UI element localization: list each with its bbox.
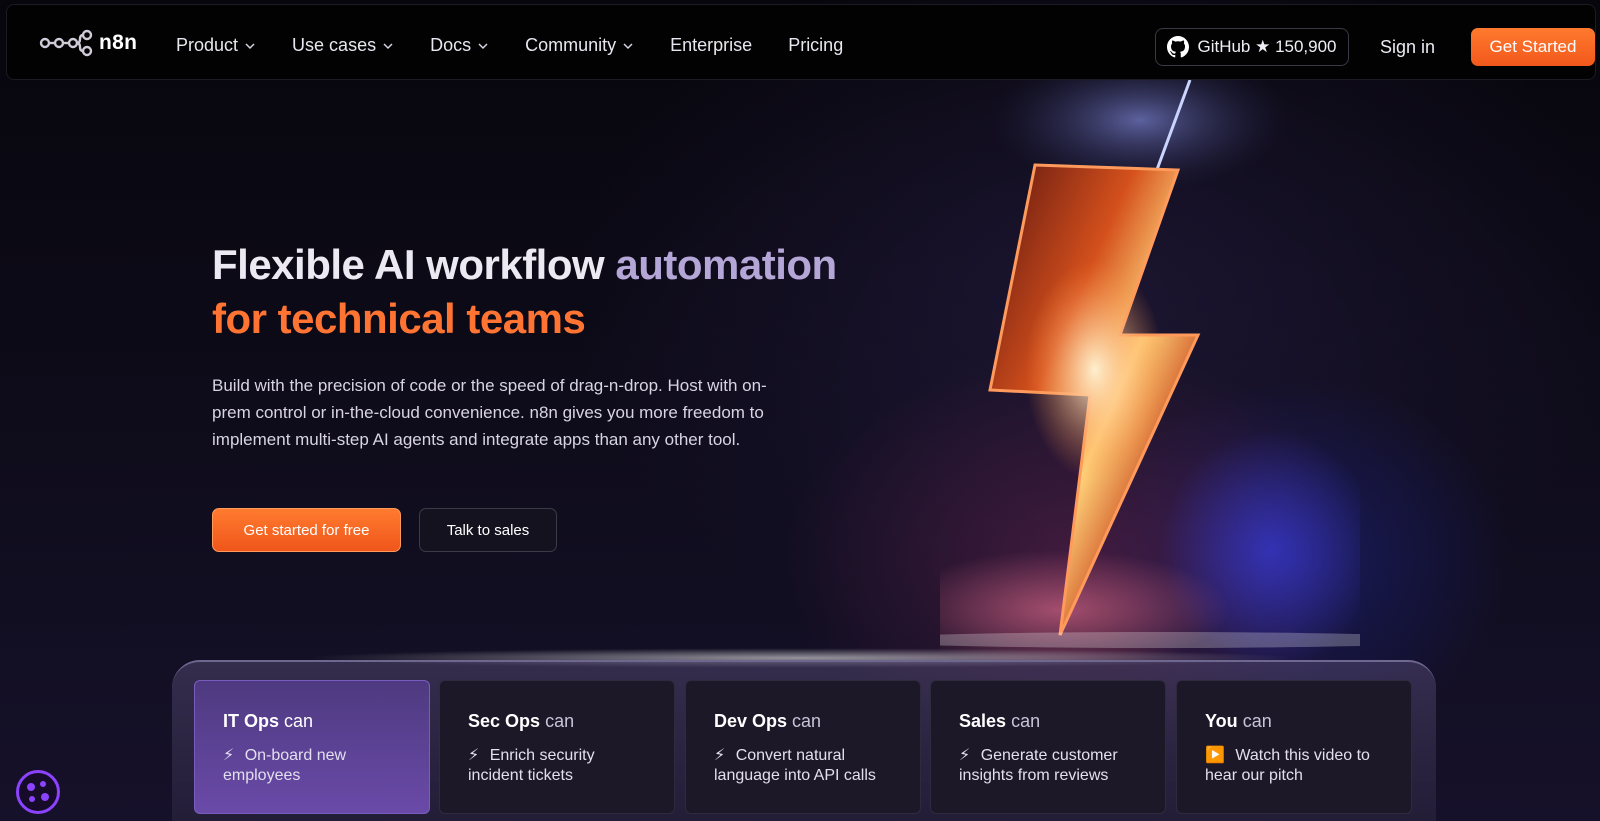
card-text: On-board new employees xyxy=(223,747,347,784)
logo-text: n8n xyxy=(99,31,138,54)
lightning-bolt-illustration xyxy=(940,80,1360,660)
card-description: ⚡ Enrich security incident tickets xyxy=(468,746,646,786)
card-can: can xyxy=(545,711,575,731)
card-description: ⚡ Convert natural language into API call… xyxy=(714,746,892,786)
card-title: You can xyxy=(1205,711,1383,732)
card-role: IT Ops xyxy=(223,711,280,731)
menu-item-label: Community xyxy=(525,35,617,55)
card-role: Sec Ops xyxy=(468,711,541,731)
card-role: You xyxy=(1205,711,1238,731)
menu-item-use-cases[interactable]: Use cases xyxy=(292,35,394,56)
menu-item-label: Enterprise xyxy=(670,35,753,55)
card-can: can xyxy=(284,711,314,731)
menu-item-label: Product xyxy=(176,35,239,55)
card-title: IT Ops can xyxy=(223,711,401,732)
card-can: can xyxy=(1011,711,1041,731)
use-case-card-sales[interactable]: Sales can ⚡ Generate customer insights f… xyxy=(930,680,1166,814)
hero-title-part1: Flexible AI workflow xyxy=(212,241,616,288)
card-role: Sales xyxy=(959,711,1007,731)
chevron-down-icon xyxy=(245,42,255,49)
card-can: can xyxy=(792,711,822,731)
card-text: Convert natural language into API calls xyxy=(714,747,876,784)
lightning-icon: ⚡ xyxy=(223,747,235,764)
card-title: Sales can xyxy=(959,711,1137,732)
hero-title-part3: for technical teams xyxy=(212,295,586,342)
lightning-icon: ⚡ xyxy=(714,747,726,764)
sign-in-link[interactable]: Sign in xyxy=(1380,37,1435,58)
menu-item-docs[interactable]: Docs xyxy=(430,35,489,56)
hero-title: Flexible AI workflow automation for tech… xyxy=(212,238,837,346)
play-icon: ▶️ xyxy=(1205,747,1225,764)
use-case-card-sec-ops[interactable]: Sec Ops can ⚡ Enrich security incident t… xyxy=(439,680,675,814)
menu-item-label: Use cases xyxy=(292,35,377,55)
use-case-card-it-ops[interactable]: IT Ops can ⚡ On-board new employees xyxy=(194,680,430,814)
chevron-down-icon xyxy=(383,42,393,49)
use-case-card-dev-ops[interactable]: Dev Ops can ⚡ Convert natural language i… xyxy=(685,680,921,814)
card-text: Generate customer insights from reviews xyxy=(959,747,1118,784)
card-description: ⚡ On-board new employees xyxy=(223,746,401,786)
n8n-logo-icon xyxy=(39,29,93,57)
card-description: ▶️ Watch this video to hear our pitch xyxy=(1205,746,1383,786)
talk-to-sales-button[interactable]: Talk to sales xyxy=(419,508,557,552)
page: n8n Product Use cases Docs Community Ent… xyxy=(0,0,1600,821)
menu-item-community[interactable]: Community xyxy=(525,35,634,56)
lightning-icon: ⚡ xyxy=(959,747,971,764)
cookie-icon xyxy=(27,781,49,802)
menu-item-label: Pricing xyxy=(788,35,844,55)
card-text: Enrich security incident tickets xyxy=(468,747,595,784)
n8n-logo[interactable]: n8n xyxy=(39,29,137,57)
get-started-free-button[interactable]: Get started for free xyxy=(212,508,401,552)
github-icon xyxy=(1167,36,1190,58)
card-can: can xyxy=(1242,711,1272,731)
menu-item-product[interactable]: Product xyxy=(176,35,256,56)
github-stars-button[interactable]: GitHub ★ 150,900 xyxy=(1155,28,1349,66)
menu-item-enterprise[interactable]: Enterprise xyxy=(670,35,752,56)
hero-description: Build with the precision of code or the … xyxy=(212,376,767,449)
menu-item-pricing[interactable]: Pricing xyxy=(788,35,843,56)
card-description: ⚡ Generate customer insights from review… xyxy=(959,746,1137,786)
get-started-button[interactable]: Get Started xyxy=(1471,28,1595,66)
lightning-icon: ⚡ xyxy=(468,747,480,764)
card-role: Dev Ops xyxy=(714,711,788,731)
card-title: Sec Ops can xyxy=(468,711,646,732)
cookie-settings-button[interactable] xyxy=(16,770,60,814)
hero-title-part2: automation xyxy=(615,241,837,288)
chevron-down-icon xyxy=(478,42,488,49)
card-text: Watch this video to hear our pitch xyxy=(1205,747,1370,784)
top-navbar: n8n Product Use cases Docs Community Ent… xyxy=(6,4,1596,80)
card-title: Dev Ops can xyxy=(714,711,892,732)
main-menu: Product Use cases Docs Community Enterpr… xyxy=(176,35,879,56)
use-case-card-you[interactable]: You can ▶️ Watch this video to hear our … xyxy=(1176,680,1412,814)
menu-item-label: Docs xyxy=(430,35,472,55)
chevron-down-icon xyxy=(623,42,633,49)
github-label: GitHub ★ 150,900 xyxy=(1197,37,1337,56)
